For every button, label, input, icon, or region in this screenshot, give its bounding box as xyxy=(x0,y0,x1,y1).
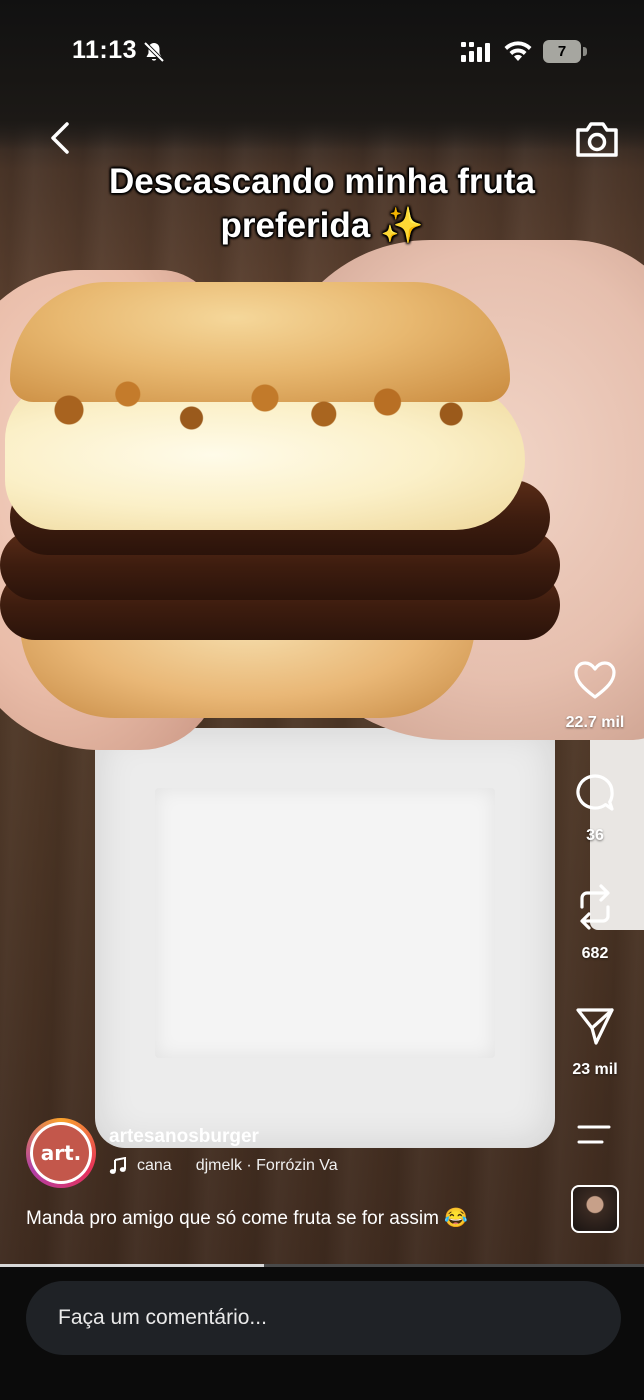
wifi-icon xyxy=(504,41,532,61)
menu-icon[interactable] xyxy=(576,1124,612,1146)
battery-indicator: 7 xyxy=(543,40,581,63)
battery-cap xyxy=(583,47,587,56)
heart-icon xyxy=(574,661,616,699)
video-caption-line: Descascando minha fruta xyxy=(109,162,535,201)
audio-text: djmelk · Forrózin Va xyxy=(195,1157,338,1174)
camera-icon[interactable] xyxy=(574,118,620,160)
avatar[interactable]: art. xyxy=(26,1118,96,1188)
like-count: 22.7 mil xyxy=(565,714,625,731)
video-caption: Descascando minha fruta preferida ✨ xyxy=(0,160,644,248)
repost-icon xyxy=(580,884,610,930)
like-button[interactable]: 22.7 mil xyxy=(556,660,634,732)
comment-bubble-icon xyxy=(576,774,614,811)
paper-plane-icon xyxy=(576,1008,614,1045)
clock: 11:13 xyxy=(72,36,138,64)
comment-button[interactable]: 36 xyxy=(556,773,634,845)
burger-box-image xyxy=(95,728,555,1148)
bell-slash-icon xyxy=(143,41,165,63)
comment-input[interactable] xyxy=(26,1281,621,1355)
share-button[interactable]: 23 mil xyxy=(556,1005,634,1079)
comment-count: 36 xyxy=(586,827,604,844)
audio-track[interactable]: cana djmelk · Forrózin Va xyxy=(109,1154,369,1178)
music-note-icon xyxy=(109,1157,126,1174)
crispy-onions xyxy=(20,370,510,450)
repost-button[interactable]: 682 xyxy=(556,883,634,963)
post-caption: Manda pro amigo que só come fruta se for… xyxy=(26,1208,468,1229)
audio-thumbnail[interactable] xyxy=(571,1185,619,1233)
back-button[interactable] xyxy=(40,118,80,158)
repost-count: 682 xyxy=(581,945,609,962)
status-bar: 11:13 7 xyxy=(0,0,644,100)
avatar-logo: art. xyxy=(33,1125,89,1181)
username[interactable]: artesanosburger xyxy=(109,1126,259,1148)
video-caption-line: preferida ✨ xyxy=(220,206,424,245)
share-count: 23 mil xyxy=(572,1061,618,1078)
audio-text: cana xyxy=(137,1157,172,1174)
signal-bars-icon xyxy=(461,42,490,62)
